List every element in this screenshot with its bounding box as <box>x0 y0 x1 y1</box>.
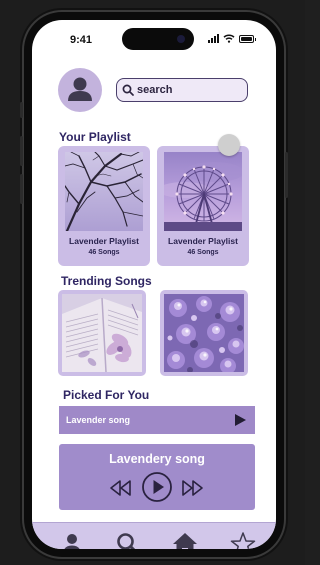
dynamic-island <box>122 28 194 50</box>
user-avatar-icon <box>68 77 92 101</box>
cellular-signal-icon <box>208 34 219 43</box>
search-icon <box>122 84 134 96</box>
playlist-song-count: 46 Songs <box>88 249 120 256</box>
now-playing-title: Lavendery song <box>109 452 205 466</box>
trending-song-cover <box>62 294 142 372</box>
scroll-indicator[interactable] <box>218 134 240 156</box>
home-icon[interactable] <box>172 531 198 549</box>
search-icon[interactable] <box>115 531 141 549</box>
your-playlist-title: Your Playlist <box>59 130 131 144</box>
playlist-cover-image <box>164 152 242 231</box>
now-playing-player: Lavendery song <box>59 444 255 510</box>
play-icon[interactable] <box>235 414 246 426</box>
trending-song-card[interactable] <box>160 290 248 376</box>
trending-song-card[interactable] <box>58 290 146 376</box>
play-icon <box>153 480 164 494</box>
bottom-nav <box>32 522 276 549</box>
playlist-name: Lavender Playlist <box>69 236 139 246</box>
playlist-card[interactable]: Lavender Playlist 46 Songs <box>157 146 249 266</box>
search-bar[interactable] <box>116 78 248 102</box>
wifi-icon <box>223 34 235 43</box>
search-input[interactable] <box>137 84 237 96</box>
playlist-name: Lavender Playlist <box>168 236 238 246</box>
picked-for-you-title: Picked For You <box>63 388 150 402</box>
app-screenshot: 9:41 search Your Playlist Lavender Playl… <box>0 0 305 565</box>
play-pause-button[interactable] <box>141 471 173 503</box>
picked-song-title: Lavender song <box>66 415 131 425</box>
fast-forward-icon[interactable] <box>180 479 204 497</box>
battery-icon <box>239 34 256 43</box>
rewind-icon[interactable] <box>109 479 133 497</box>
profile-avatar[interactable] <box>58 68 102 112</box>
playlist-song-count: 46 Songs <box>187 249 219 256</box>
status-time: 9:41 <box>70 34 93 46</box>
user-icon[interactable] <box>59 531 85 549</box>
silent-switch <box>20 102 23 118</box>
camera-icon <box>177 35 185 43</box>
status-bar: 9:41 <box>32 20 276 54</box>
playlist-card[interactable]: Lavender Playlist 46 Songs <box>58 146 150 266</box>
app-screen: 9:41 search Your Playlist Lavender Playl… <box>32 20 276 549</box>
playlist-cover-image <box>65 152 143 231</box>
status-icons <box>208 34 256 43</box>
phone-frame: 9:41 search Your Playlist Lavender Playl… <box>20 12 288 557</box>
picked-song-row[interactable]: Lavender song <box>59 406 255 434</box>
volume-down-button <box>20 174 23 204</box>
trending-song-cover <box>164 294 244 372</box>
star-icon[interactable] <box>230 531 256 549</box>
volume-up-button <box>20 136 23 166</box>
trending-songs-title: Trending Songs <box>61 274 152 288</box>
power-button <box>285 152 288 198</box>
